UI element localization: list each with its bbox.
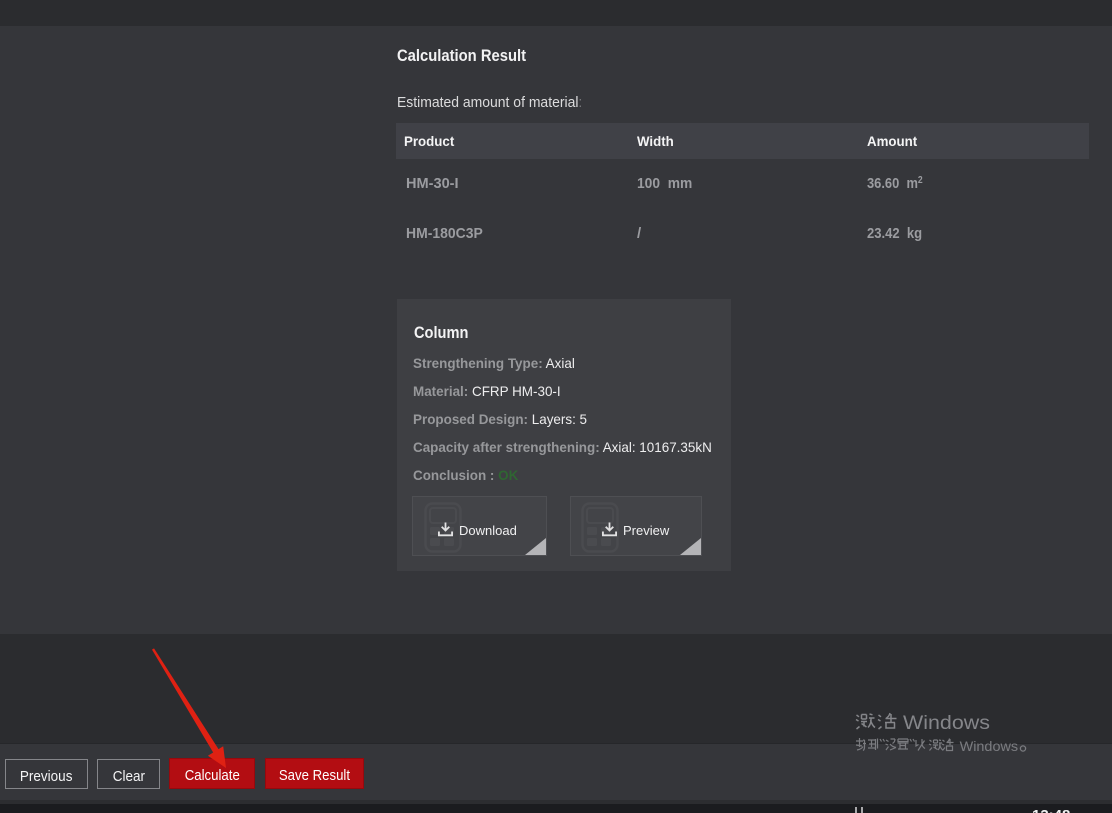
svg-text:Windows: Windows xyxy=(903,712,990,734)
svg-text:Windows: Windows xyxy=(960,738,1019,754)
